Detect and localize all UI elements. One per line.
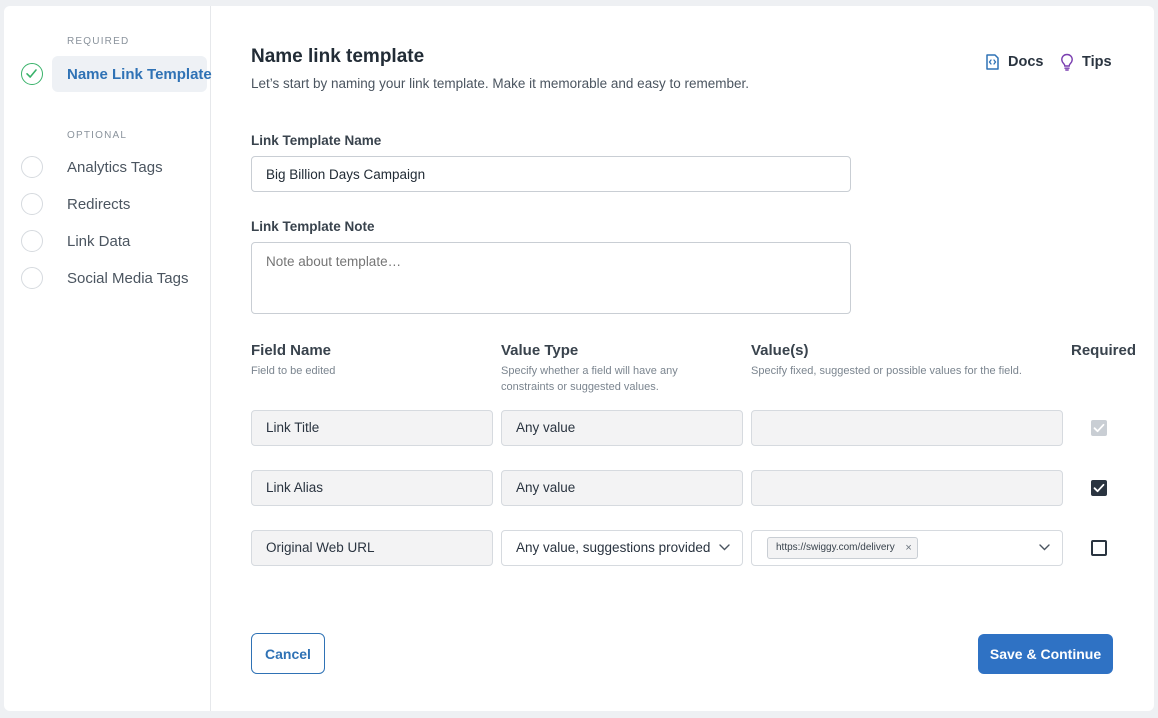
sidebar-item-label: Name Link Template — [67, 66, 212, 83]
value-tag-label: https://swiggy.com/delivery — [776, 542, 895, 553]
values-multiselect[interactable]: https://swiggy.com/delivery × — [751, 530, 1063, 566]
docs-link[interactable]: Docs — [984, 53, 1043, 71]
value-type-select[interactable]: Any value, suggestions provided — [501, 530, 743, 566]
completed-check-icon — [21, 63, 43, 85]
sidebar-item-name-link-template[interactable]: Name Link Template — [4, 56, 212, 92]
cancel-button[interactable]: Cancel — [251, 633, 325, 674]
chevron-down-icon — [1039, 544, 1050, 551]
sidebar-item-label: Social Media Tags — [67, 270, 189, 287]
row-value-type-link-alias: Any value — [501, 470, 743, 506]
template-note-label: Link Template Note — [251, 219, 375, 234]
value-tag: https://swiggy.com/delivery × — [767, 537, 918, 559]
required-checkbox-original-web-url[interactable] — [1091, 540, 1107, 556]
col-subheader-field-name: Field to be edited — [251, 365, 336, 377]
value-type-selected: Any value, suggestions provided — [516, 540, 711, 555]
sidebar-item-analytics-tags[interactable]: Analytics Tags — [4, 149, 211, 185]
required-section-label: REQUIRED — [67, 36, 130, 47]
remove-tag-icon[interactable]: × — [905, 538, 911, 558]
row-value-type-link-title: Any value — [501, 410, 743, 446]
col-header-values: Value(s) — [751, 342, 809, 359]
required-checkbox-link-alias[interactable] — [1091, 480, 1107, 496]
lightbulb-icon — [1061, 53, 1073, 71]
template-name-label: Link Template Name — [251, 133, 382, 148]
optional-section-label: OPTIONAL — [67, 130, 128, 141]
step-circle-icon — [21, 156, 43, 178]
sidebar-item-link-data[interactable]: Link Data — [4, 223, 211, 259]
checkmark-icon — [1093, 483, 1105, 493]
col-header-field-name: Field Name — [251, 342, 332, 359]
checkmark-icon — [1093, 423, 1105, 433]
page-title: Name link template — [251, 46, 425, 67]
col-subheader-value-type: Specify whether a field will have any co… — [501, 365, 678, 393]
docs-label: Docs — [1008, 54, 1044, 70]
col-subheader-values: Specify fixed, suggested or possible val… — [751, 365, 1022, 377]
row-field-link-title: Link Title — [251, 410, 493, 446]
row-values-link-title — [751, 410, 1063, 446]
col-header-required: Required — [1071, 342, 1137, 359]
tips-label: Tips — [1082, 54, 1112, 70]
page-subtitle: Let’s start by naming your link template… — [251, 76, 749, 91]
row-field-link-alias: Link Alias — [251, 470, 493, 506]
save-continue-button[interactable]: Save & Continue — [978, 634, 1113, 674]
sidebar-item-label: Analytics Tags — [67, 159, 163, 176]
sidebar-item-label: Redirects — [67, 196, 131, 213]
tips-link[interactable]: Tips — [1060, 53, 1112, 71]
sidebar-item-redirects[interactable]: Redirects — [4, 186, 211, 222]
col-header-value-type: Value Type — [501, 342, 579, 359]
sidebar-item-label: Link Data — [67, 233, 131, 250]
required-checkbox-link-title — [1091, 420, 1107, 436]
docs-icon — [986, 54, 999, 70]
sidebar-item-social-media-tags[interactable]: Social Media Tags — [4, 260, 211, 296]
step-circle-icon — [21, 267, 43, 289]
chevron-down-icon — [719, 544, 730, 551]
step-circle-icon — [21, 230, 43, 252]
sidebar: REQUIRED Name Link Template OPTIONAL Ana… — [4, 6, 212, 711]
template-note-textarea[interactable] — [251, 242, 851, 314]
row-values-link-alias — [751, 470, 1063, 506]
row-field-original-web-url: Original Web URL — [251, 530, 493, 566]
template-name-input[interactable] — [251, 156, 851, 192]
step-circle-icon — [21, 193, 43, 215]
